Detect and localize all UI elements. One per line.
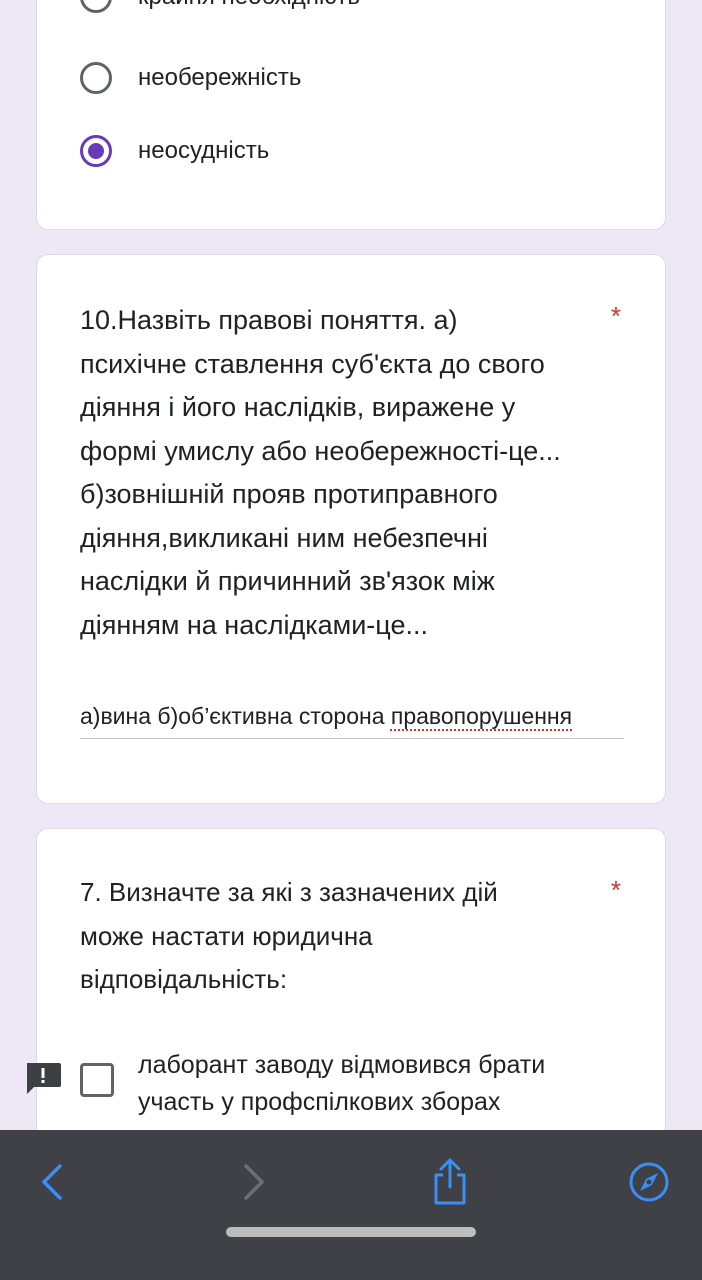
question-line: наслідки й причинний зв'язок між bbox=[80, 566, 495, 596]
back-arrow-icon[interactable] bbox=[22, 1152, 82, 1212]
radio-button[interactable] bbox=[80, 0, 112, 13]
forward-arrow-icon[interactable] bbox=[224, 1152, 284, 1212]
question-line: б)зовнішній прояв протиправного bbox=[80, 479, 498, 509]
question-line: діяння,викликані ним небезпечні bbox=[80, 522, 488, 553]
radio-option-3[interactable]: неосудність bbox=[80, 135, 269, 167]
question-line: 7. Визначте за які з зазначених дій bbox=[80, 877, 498, 907]
radio-button-selected[interactable] bbox=[80, 135, 112, 167]
answer-input[interactable]: а)вина б)об’єктивна сторона правопорушен… bbox=[80, 703, 624, 739]
radio-option-1[interactable]: крайня необхідність bbox=[80, 0, 360, 13]
question-line: діяння і його наслідків, виражене у bbox=[80, 392, 516, 422]
home-indicator[interactable] bbox=[226, 1227, 476, 1237]
share-icon[interactable] bbox=[420, 1152, 480, 1212]
question-line: відповідальність: bbox=[80, 964, 288, 994]
answer-text: а)вина б)об’єктивна сторона bbox=[80, 703, 391, 729]
radio-option-2[interactable]: необережність bbox=[80, 62, 301, 94]
checkbox[interactable] bbox=[80, 1063, 114, 1097]
browser-toolbar bbox=[0, 1130, 702, 1280]
question-line: може настати юридична bbox=[80, 920, 373, 951]
question-9-card: крайня необхідність необережність неосуд… bbox=[36, 0, 666, 230]
question-10-card: 10.Назвіть правові поняття. а) психічне … bbox=[36, 254, 666, 804]
required-asterisk: * bbox=[610, 301, 621, 331]
checkbox-option[interactable]: лаборант заводу відмовився брати участь … bbox=[80, 1047, 608, 1121]
question-line: психічне ставлення суб'єкта до свого bbox=[80, 348, 545, 379]
question-7-card: 7. Визначте за які з зазначених дій може… bbox=[36, 828, 666, 1168]
checkbox-label: лаборант заводу відмовився брати участь … bbox=[138, 1051, 546, 1116]
radio-button[interactable] bbox=[80, 62, 112, 94]
question-line: діянням на наслідками-це... bbox=[80, 609, 428, 640]
radio-label: неосудність bbox=[138, 137, 270, 164]
question-title: 7. Визначте за які з зазначених дій може… bbox=[80, 871, 600, 1002]
report-icon[interactable] bbox=[24, 1061, 62, 1095]
answer-misspelled-word: правопорушення bbox=[390, 703, 573, 729]
question-line: 10.Назвіть правові поняття. а) bbox=[80, 305, 458, 335]
question-line: формі умислу або необережності-це... bbox=[80, 435, 561, 466]
radio-label: необережність bbox=[138, 64, 302, 91]
question-title: 10.Назвіть правові поняття. а) психічне … bbox=[80, 299, 600, 647]
required-asterisk: * bbox=[610, 875, 621, 905]
compass-icon[interactable] bbox=[619, 1152, 679, 1212]
radio-label: крайня необхідність bbox=[138, 0, 360, 11]
